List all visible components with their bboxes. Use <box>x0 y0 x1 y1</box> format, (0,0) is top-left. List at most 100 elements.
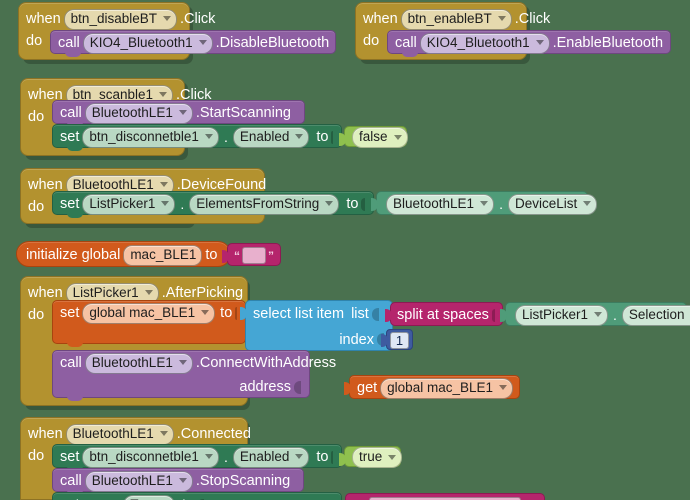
setter-block-listpicker1-elementsfromstring[interactable]: set ListPicker1 . ElementsFromString to <box>52 191 374 218</box>
blocks-canvas[interactable]: when btn_disableBT .Click do call KIO4_B… <box>0 0 690 500</box>
get-keyword: get <box>357 380 378 396</box>
getter-block-global-mac-ble1[interactable]: get global mac_BLE1 <box>344 375 520 399</box>
component-dropdown-bluetoothle1[interactable]: BluetoothLE1 <box>65 423 174 445</box>
setter-block-text-partial[interactable]: set . Text to <box>52 492 342 500</box>
method-name: .DisableBluetooth <box>215 35 330 51</box>
component-dropdown-bluetoothle1[interactable]: BluetoothLE1 <box>386 193 495 215</box>
setter-block-btn-disconnetble1-enabled[interactable]: set btn_disconnetble1 . Enabled to <box>52 124 342 151</box>
component-name: BluetoothLE1 <box>91 104 173 120</box>
component-dropdown-listpicker1[interactable]: ListPicker1 <box>82 193 176 215</box>
chevron-down-icon <box>159 92 167 97</box>
to-keyword: to <box>220 305 233 321</box>
dot-separator: . <box>499 196 503 212</box>
component-name: ListPicker1 <box>72 284 139 300</box>
component-name: btn_disableBT <box>70 10 157 26</box>
chevron-down-icon <box>178 110 187 115</box>
property-dropdown-elementsfromstring[interactable]: ElementsFromString <box>189 193 340 215</box>
method-name: .StopScanning <box>195 473 291 489</box>
select-list-item-block[interactable]: select list item list index <box>240 300 393 351</box>
property-dropdown-selection[interactable]: Selection <box>621 304 690 326</box>
chevron-down-icon <box>178 478 187 483</box>
global-variable-dropdown[interactable]: global mac_BLE1 <box>82 302 216 324</box>
global-variable-name-field[interactable]: mac_BLE1 <box>123 244 203 266</box>
connector-bump <box>67 146 83 151</box>
call-block-connectwithaddress[interactable]: call BluetoothLE1 .ConnectWithAddress ad… <box>52 350 336 401</box>
component-name: KIO4_Bluetooth1 <box>426 34 530 50</box>
variable-name: global mac_BLE1 <box>387 379 493 395</box>
connector-bump <box>65 52 81 57</box>
dot-separator: . <box>223 449 228 465</box>
event-name: .Connected <box>176 426 251 442</box>
number-value-field[interactable]: 1 <box>389 332 410 349</box>
variable-name: mac_BLE1 <box>130 246 197 262</box>
connector-bump <box>67 213 83 218</box>
component-name: BluetoothLE1 <box>72 425 154 441</box>
property-name: DeviceList <box>514 195 578 211</box>
text-block-empty-string[interactable]: “ ” <box>222 243 281 266</box>
call-block-startscanning[interactable]: call BluetoothLE1 .StartScanning <box>52 100 305 127</box>
property-dropdown-devicelist[interactable]: DeviceList <box>507 193 598 215</box>
component-dropdown-bluetoothle1[interactable]: BluetoothLE1 <box>84 102 193 124</box>
property-dropdown-enabled[interactable]: Enabled <box>232 446 310 468</box>
component-dropdown-btn-disconnetble1[interactable]: btn_disconnetble1 <box>82 126 219 148</box>
event-name: .AfterPicking <box>161 285 244 301</box>
global-variable-dropdown[interactable]: global mac_BLE1 <box>380 377 513 399</box>
global-init-block-mac-ble1[interactable]: initialize global mac_BLE1 to <box>16 241 231 267</box>
logic-value-dropdown[interactable]: false <box>352 127 408 148</box>
chevron-down-icon <box>159 182 168 187</box>
getter-block-bluetoothle1-devicelist[interactable]: BluetoothLE1 . DeviceList <box>371 191 598 215</box>
call-keyword: call <box>60 105 82 121</box>
component-dropdown-listpicker1[interactable]: ListPicker1 <box>515 304 609 326</box>
component-dropdown-btn-disconnetble1[interactable]: btn_disconnetble1 <box>82 446 219 468</box>
chevron-down-icon <box>295 134 304 139</box>
call-block-disablebluetooth[interactable]: call KIO4_Bluetooth1 .DisableBluetooth <box>50 30 336 57</box>
property-dropdown-text[interactable]: Text <box>123 494 175 500</box>
select-list-item-label: select list item <box>253 306 345 322</box>
logic-value-dropdown[interactable]: true <box>352 447 403 468</box>
index-arg-label: index <box>339 331 374 348</box>
chevron-down-icon <box>159 431 168 436</box>
text-value-field[interactable] <box>242 247 266 264</box>
chevron-down-icon <box>594 312 603 317</box>
component-name: BluetoothLE1 <box>91 472 173 488</box>
to-keyword: to <box>205 247 218 263</box>
chevron-down-icon <box>295 454 304 459</box>
dot-separator: . <box>180 196 185 212</box>
logic-block-true[interactable]: true <box>339 446 403 468</box>
component-dropdown-kio4-bluetooth1[interactable]: KIO4_Bluetooth1 <box>419 32 550 54</box>
setter-block-btn-disconnetble1-enabled-true[interactable]: set btn_disconnetble1 . Enabled to <box>52 444 342 471</box>
call-block-stopscanning[interactable]: call BluetoothLE1 .StopScanning <box>52 468 304 495</box>
chevron-down-icon <box>144 290 153 295</box>
call-block-enablebluetooth[interactable]: call KIO4_Bluetooth1 .EnableBluetooth <box>387 30 671 57</box>
getter-block-listpicker1-selection[interactable]: ListPicker1 . Selection <box>500 302 690 326</box>
setter-block-global-mac-ble1[interactable]: set global mac_BLE1 to <box>52 300 246 347</box>
chevron-down-icon <box>161 201 170 206</box>
property-dropdown-enabled[interactable]: Enabled <box>232 126 310 148</box>
chevron-down-icon <box>499 385 507 390</box>
logic-value: false <box>359 129 388 144</box>
component-dropdown-bluetoothle1[interactable]: BluetoothLE1 <box>84 352 193 374</box>
component-name: BluetoothLE1 <box>91 354 173 370</box>
when-keyword: when <box>28 426 63 442</box>
call-keyword: call <box>60 355 82 371</box>
text-value-field[interactable] <box>369 496 521 500</box>
component-dropdown-bluetoothle1[interactable]: BluetoothLE1 <box>84 470 193 492</box>
chevron-down-icon <box>162 16 171 21</box>
value-socket <box>331 450 333 464</box>
set-keyword: set <box>60 129 80 145</box>
math-number-block-1[interactable]: 1 <box>381 329 413 350</box>
initialize-global-keyword: initialize global <box>26 247 121 263</box>
component-dropdown-btn-enablebt[interactable]: btn_enableBT <box>400 8 512 30</box>
property-name: Text <box>130 497 155 500</box>
dot-separator: . <box>223 129 228 145</box>
component-name: KIO4_Bluetooth1 <box>89 34 193 50</box>
close-quote: ” <box>268 248 274 263</box>
component-dropdown-kio4-bluetooth1[interactable]: KIO4_Bluetooth1 <box>82 32 213 54</box>
text-socket <box>491 308 495 322</box>
logic-block-false[interactable]: false <box>339 126 408 148</box>
text-block-partial[interactable]: “ ” <box>345 493 545 500</box>
component-name: btn_enableBT <box>407 10 492 26</box>
component-dropdown-btn-disablebt[interactable]: btn_disableBT <box>63 8 177 30</box>
split-at-spaces-block[interactable]: split at spaces <box>385 302 503 326</box>
component-name: btn_disconnetble1 <box>89 448 199 464</box>
